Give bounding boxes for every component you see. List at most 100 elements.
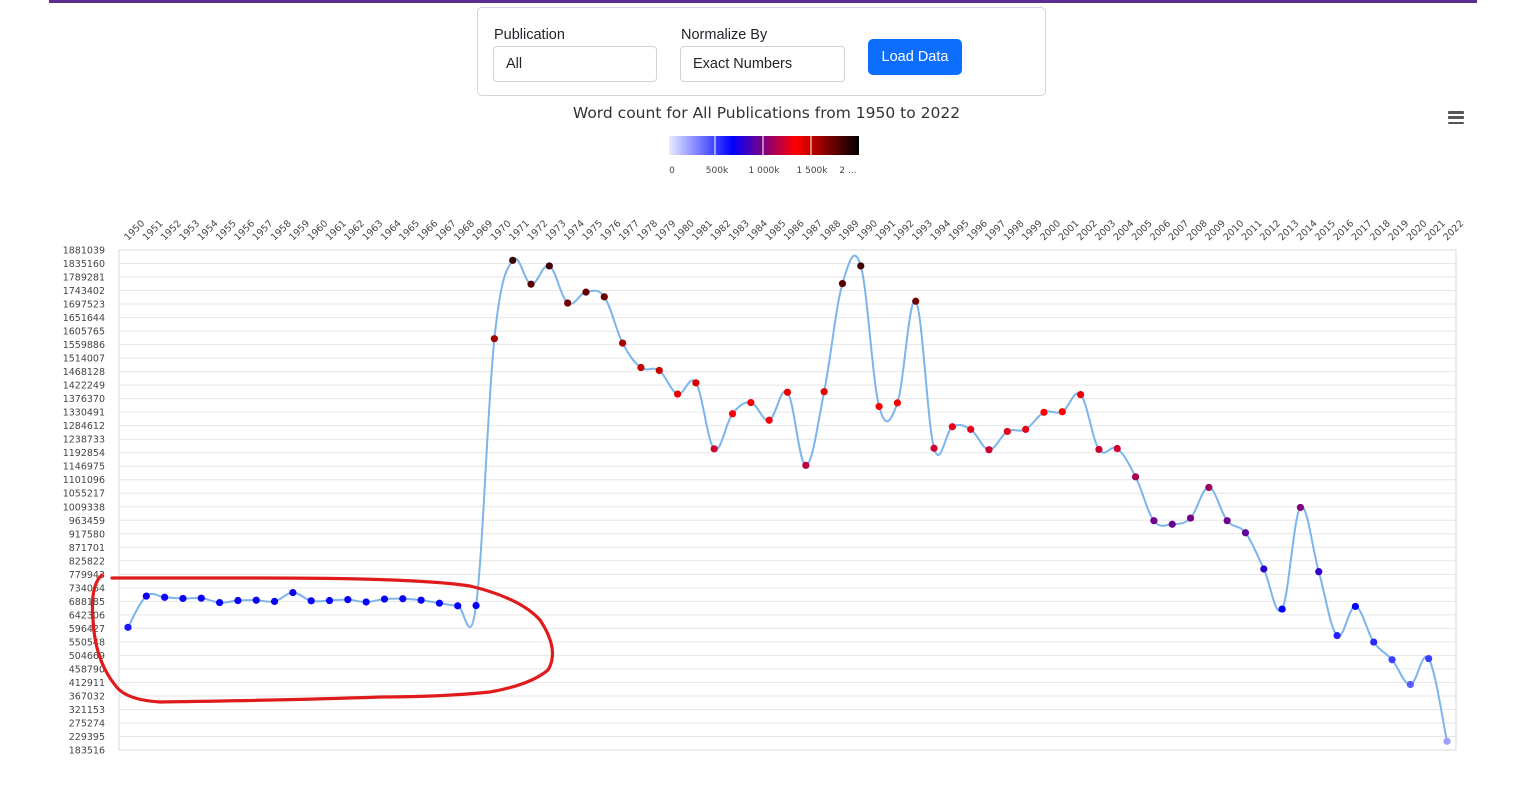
data-point[interactable] [380,595,389,603]
data-point[interactable] [1370,638,1378,646]
data-point[interactable] [490,335,498,343]
y-tick-label: 1376370 [63,394,105,405]
data-point[interactable] [802,461,810,469]
data-point[interactable] [197,594,205,602]
data-point[interactable] [930,444,938,452]
data-point[interactable] [435,599,444,607]
data-point[interactable] [124,623,132,631]
y-tick-label: 871701 [69,543,105,554]
data-point[interactable] [1260,565,1268,573]
data-point[interactable] [1278,605,1286,613]
y-tick-label: 642306 [69,610,105,621]
data-point[interactable] [1168,520,1176,528]
data-point[interactable] [1095,445,1103,454]
y-tick-label: 963459 [69,516,105,527]
data-point[interactable] [509,256,517,264]
y-tick-label: 1101096 [63,475,105,486]
y-tick-label: 688185 [69,597,105,608]
data-point[interactable] [270,597,279,606]
data-point[interactable] [1315,568,1323,576]
data-point[interactable] [875,402,883,411]
data-point[interactable] [1241,529,1250,537]
data-point[interactable] [893,399,902,407]
x-tick-label: 2022 [1441,218,1466,243]
data-point[interactable] [142,592,150,600]
data-point[interactable] [967,425,975,433]
data-point[interactable] [710,445,718,453]
data-point[interactable] [252,596,260,604]
data-point[interactable] [527,280,535,288]
data-point[interactable] [655,366,663,375]
data-point[interactable] [325,596,334,605]
data-point[interactable] [362,598,370,606]
data-point[interactable] [673,390,682,398]
data-point[interactable] [344,596,352,604]
data-point[interactable] [564,299,572,307]
data-point[interactable] [747,398,755,407]
data-point[interactable] [234,596,242,605]
data-point[interactable] [912,297,920,305]
y-tick-label: 1881039 [63,246,105,257]
y-tick-label: 1009338 [63,502,105,513]
y-tick-label: 1697523 [63,300,105,311]
data-point[interactable] [161,593,169,601]
y-tick-label: 1651644 [63,313,105,324]
data-point[interactable] [1223,517,1231,525]
data-point[interactable] [692,379,700,387]
data-point[interactable] [582,288,590,296]
y-tick-label: 596427 [69,624,105,635]
data-point[interactable] [1425,654,1433,663]
data-point[interactable] [1022,425,1030,433]
data-point[interactable] [1077,391,1085,399]
y-tick-label: 825822 [69,556,105,567]
data-point[interactable] [1186,514,1195,522]
data-point[interactable] [1333,631,1341,640]
y-tick-label: 1055217 [63,489,105,500]
data-point[interactable] [454,602,462,610]
data-point[interactable] [179,594,187,603]
y-tick-label: 1743402 [63,286,105,297]
data-point[interactable] [619,339,627,347]
x-axis: 1950195119521953195419551956195719581959… [122,218,1466,243]
data-point[interactable] [1296,503,1305,512]
y-tick-label: 412911 [69,678,105,689]
data-point[interactable] [289,588,297,597]
data-point[interactable] [1388,656,1396,664]
data-point[interactable] [1443,737,1451,745]
y-tick-label: 1559886 [63,340,105,351]
data-point[interactable] [820,388,828,396]
data-point[interactable] [948,423,956,431]
y-tick-label: 1330491 [63,408,105,419]
data-point[interactable] [985,446,993,454]
data-point[interactable] [417,596,425,604]
data-point[interactable] [1150,517,1158,525]
data-point[interactable] [857,262,865,270]
data-point[interactable] [307,597,315,605]
colorbar-tick-label: 1 500k [797,166,829,176]
annotation-loop [90,573,555,704]
data-point[interactable] [472,601,480,610]
data-point[interactable] [215,598,224,607]
data-point[interactable] [1058,408,1066,416]
data-point[interactable] [765,416,773,424]
data-point[interactable] [1113,444,1121,453]
y-tick-label: 458790 [69,664,105,675]
y-tick-label: 1789281 [63,273,105,284]
y-tick-label: 1468128 [63,367,105,378]
data-point[interactable] [545,262,553,270]
data-point[interactable] [600,293,608,301]
data-point[interactable] [1003,427,1011,436]
data-point[interactable] [783,388,792,396]
colorbar-tick-label: 0 [669,166,675,176]
data-point[interactable] [728,410,737,418]
data-point[interactable] [838,279,847,288]
data-point[interactable] [637,363,645,372]
data-point[interactable] [1040,408,1048,416]
data-point[interactable] [1131,473,1140,481]
data-point[interactable] [399,595,407,603]
data-point[interactable] [1351,602,1360,611]
colorbar-tick-label: 2 ... [839,166,856,176]
data-point[interactable] [1406,680,1414,689]
y-tick-label: 1192854 [63,448,105,459]
data-point[interactable] [1205,483,1213,492]
